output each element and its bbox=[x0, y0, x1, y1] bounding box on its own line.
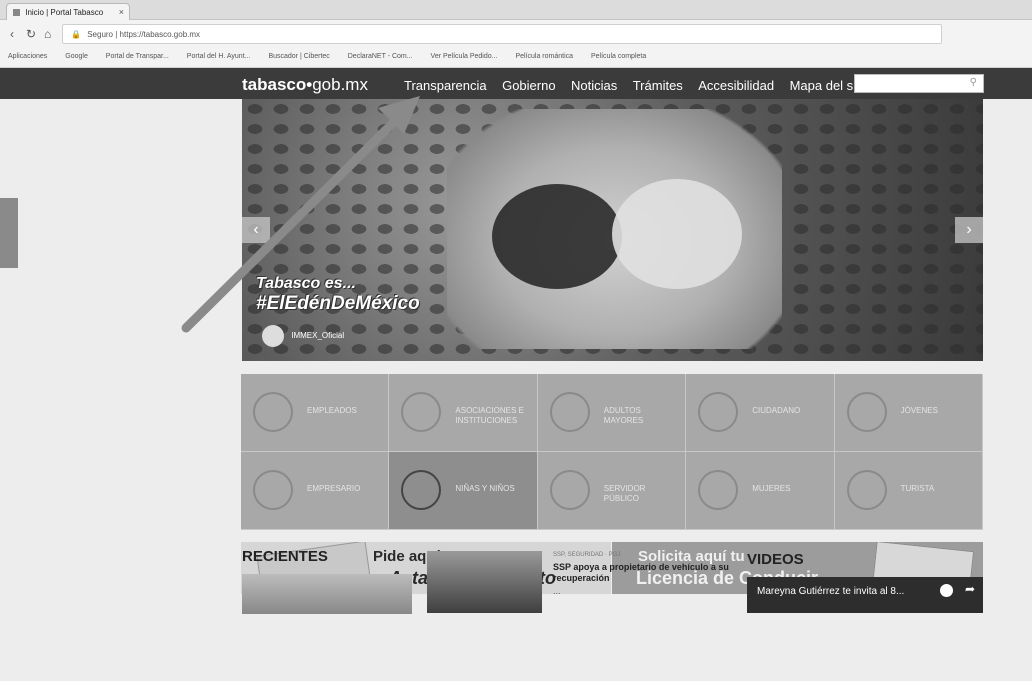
tile-adultos-mayores[interactable]: ADULTOS MAYORES bbox=[537, 374, 687, 452]
group-icon bbox=[401, 392, 442, 432]
tab-title: Inicio | Portal Tabasco bbox=[25, 8, 104, 17]
url-text: https://tabasco.gob.mx bbox=[119, 30, 201, 39]
menu-item-transparencia[interactable]: Transparencia bbox=[404, 78, 487, 93]
hero-dark-beans bbox=[492, 184, 622, 289]
bookmark-item[interactable]: DeclaraNET - Com... bbox=[348, 53, 413, 60]
tile-label: CIUDADANO bbox=[752, 406, 801, 415]
hero-light-beans bbox=[612, 179, 742, 289]
bookmark-item[interactable]: Película romántica bbox=[515, 53, 573, 60]
tile-empresario[interactable]: EMPRESARIO bbox=[241, 452, 390, 530]
hero-carousel[interactable]: ‹ › Tabasco es... #ElEdénDeMéxico IMMEX_… bbox=[242, 99, 983, 361]
citizen-icon bbox=[698, 392, 739, 432]
audience-tiles: EMPLEADOS ASOCIACIONES E INSTITUCIONES A… bbox=[241, 374, 983, 530]
browser-tab[interactable]: Inicio | Portal Tabasco × bbox=[6, 3, 130, 20]
tile-jovenes[interactable]: JÓVENES bbox=[834, 374, 983, 452]
tile-mujeres[interactable]: MUJERES bbox=[686, 452, 835, 530]
tile-label: EMPLEADOS bbox=[307, 406, 357, 415]
main-menu: Transparencia Gobierno Noticias Trámites… bbox=[404, 77, 881, 95]
favicon-icon bbox=[13, 9, 20, 17]
tile-asociaciones[interactable]: ASOCIACIONES E INSTITUCIONES bbox=[389, 374, 538, 452]
search-icon[interactable]: ⚲ bbox=[970, 77, 977, 88]
menu-item-noticias[interactable]: Noticias bbox=[571, 78, 617, 93]
credit-text: IMMEX_Oficial bbox=[291, 331, 345, 341]
videos-heading: VIDEOS bbox=[747, 551, 804, 568]
site-header: tabasco•gob.mx Transparencia Gobierno No… bbox=[0, 68, 1032, 99]
lock-icon: 🔒 bbox=[71, 30, 81, 39]
podium-icon bbox=[549, 470, 590, 510]
tile-label: ASOCIACIONES E INSTITUCIONES bbox=[455, 406, 524, 425]
tile-label: ADULTOS MAYORES bbox=[603, 406, 644, 425]
headphones-icon bbox=[846, 392, 887, 432]
news-thumbnail[interactable] bbox=[427, 551, 542, 613]
news-title-link[interactable]: SSP apoya a propietario de vehículo a su… bbox=[553, 562, 731, 584]
share-icon[interactable]: ➦ bbox=[965, 582, 975, 596]
tile-turista[interactable]: TURISTA bbox=[834, 452, 983, 530]
video-title: Mareyna Gutiérrez te invita al 8... bbox=[757, 586, 905, 597]
url-input[interactable]: 🔒 Seguro | https://tabasco.gob.mx bbox=[62, 24, 942, 44]
businessman-icon bbox=[253, 470, 293, 510]
news-category: SSP, SEGURIDAD · PGJ bbox=[553, 552, 621, 558]
tile-label: MUJERES bbox=[752, 484, 791, 493]
hero-tagline: Tabasco es... #ElEdénDeMéxico bbox=[256, 275, 420, 315]
bookmark-item[interactable]: Película completa bbox=[591, 53, 646, 60]
menu-item-accesibilidad[interactable]: Accesibilidad bbox=[698, 78, 774, 93]
menu-item-tramites[interactable]: Trámites bbox=[633, 78, 683, 93]
tile-ninas-ninos[interactable]: NIÑAS Y NIÑOS bbox=[389, 452, 538, 530]
bookmarks-bar: Aplicaciones Google Portal de Transpar..… bbox=[0, 48, 1032, 68]
tile-label: TURISTA bbox=[900, 484, 935, 493]
reload-icon[interactable]: ↻ bbox=[26, 27, 36, 41]
address-bar-row: ‹ ↻ ⌂ 🔒 Seguro | https://tabasco.gob.mx bbox=[0, 20, 1032, 48]
carousel-next-icon[interactable]: › bbox=[955, 217, 983, 243]
watch-later-icon[interactable] bbox=[940, 584, 953, 597]
video-player[interactable]: Mareyna Gutiérrez te invita al 8... ➦ bbox=[747, 577, 983, 613]
ball-icon bbox=[401, 470, 442, 510]
hero-line1: Tabasco es... bbox=[256, 275, 356, 292]
hero-credit: IMMEX_Oficial bbox=[262, 325, 344, 347]
earrings-icon bbox=[698, 470, 739, 510]
recientes-heading: RECIENTES bbox=[242, 548, 328, 565]
tab-close-icon[interactable]: × bbox=[119, 7, 124, 17]
menu-item-gobierno[interactable]: Gobierno bbox=[502, 78, 555, 93]
tile-ciudadano[interactable]: CIUDADANO bbox=[686, 374, 835, 452]
logo-bold: tabasco bbox=[242, 75, 307, 94]
tile-label: JÓVENES bbox=[900, 406, 938, 415]
tile-label: EMPRESARIO bbox=[307, 484, 361, 493]
hero-line2: #ElEdénDeMéxico bbox=[256, 293, 420, 314]
bookmark-item[interactable]: Portal del H. Ayunt... bbox=[187, 53, 251, 60]
tile-servidor-publico[interactable]: SERVIDOR PÚBLICO bbox=[537, 452, 687, 530]
site-search: ⚲ bbox=[854, 74, 984, 93]
recent-news-thumbnail[interactable] bbox=[242, 574, 412, 614]
url-secure-label: Seguro bbox=[87, 30, 113, 39]
bookmark-item[interactable]: Google bbox=[65, 53, 88, 60]
home-icon[interactable]: ⌂ bbox=[44, 27, 51, 41]
credit-badge-icon bbox=[262, 325, 284, 347]
bookmark-item[interactable]: Portal de Transpar... bbox=[106, 53, 169, 60]
bookmark-item[interactable]: Ver Película Pedido... bbox=[431, 53, 498, 60]
browser-tabstrip: Inicio | Portal Tabasco × bbox=[0, 0, 1032, 20]
carousel-prev-icon[interactable]: ‹ bbox=[242, 217, 270, 243]
side-widget[interactable] bbox=[0, 198, 18, 268]
news-more: ... bbox=[553, 586, 561, 596]
people-icon bbox=[253, 392, 293, 432]
tile-empleados[interactable]: EMPLEADOS bbox=[241, 374, 390, 452]
glasses-icon bbox=[549, 392, 590, 432]
tile-label: NIÑAS Y NIÑOS bbox=[455, 484, 515, 493]
site-logo[interactable]: tabasco•gob.mx bbox=[242, 75, 368, 95]
tile-label: SERVIDOR PÚBLICO bbox=[603, 484, 646, 503]
umbrella-icon bbox=[846, 470, 887, 510]
bookmark-item[interactable]: Aplicaciones bbox=[8, 53, 47, 60]
back-icon[interactable]: ‹ bbox=[10, 27, 14, 41]
logo-rest: gob.mx bbox=[312, 75, 368, 94]
search-input[interactable] bbox=[855, 75, 965, 92]
bookmark-item[interactable]: Buscador | Cibertec bbox=[268, 53, 329, 60]
